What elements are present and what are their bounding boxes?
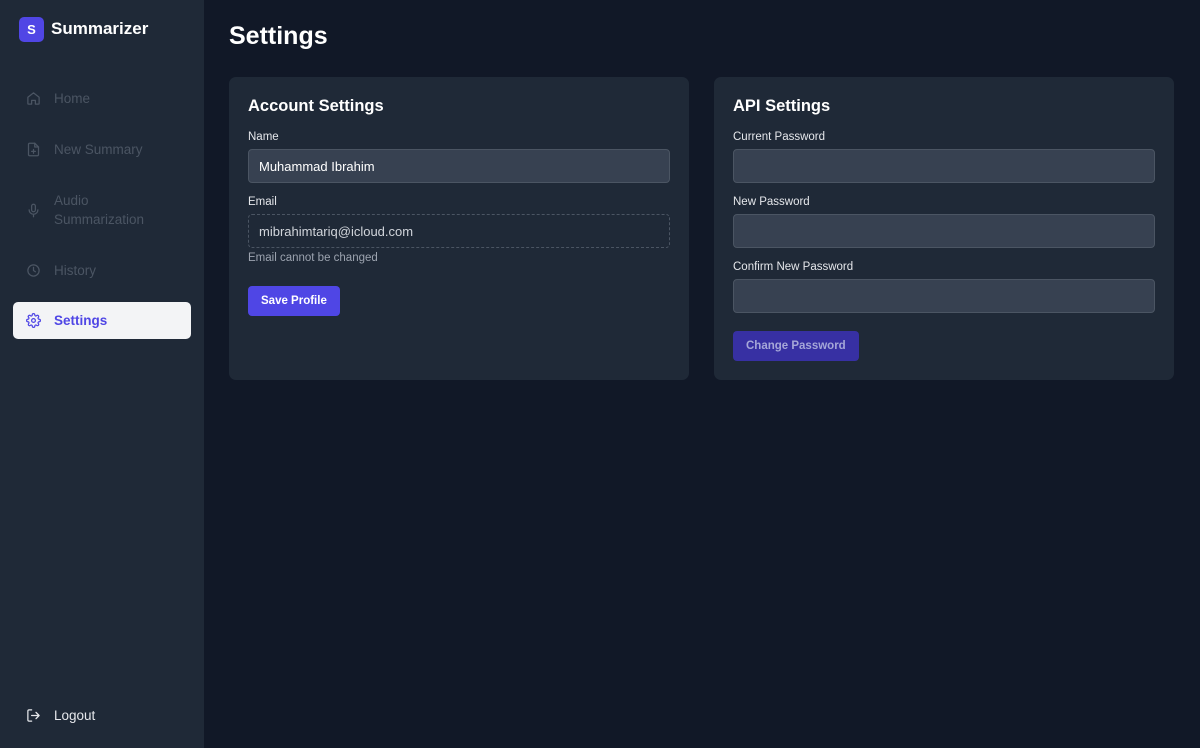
card-title: API Settings bbox=[733, 97, 831, 115]
email-input[interactable] bbox=[248, 214, 670, 248]
sidebar-item-label: Settings bbox=[54, 313, 108, 328]
save-profile-button[interactable]: Save Profile bbox=[248, 286, 340, 316]
email-label: Email bbox=[248, 196, 277, 208]
name-input[interactable] bbox=[248, 149, 670, 183]
gear-icon bbox=[26, 313, 41, 328]
sidebar-item-label: History bbox=[54, 262, 97, 278]
logout-icon bbox=[26, 708, 41, 723]
sidebar-item-history[interactable]: History bbox=[13, 259, 191, 281]
sidebar-item-audio-summarization[interactable]: Audio Summarization bbox=[13, 190, 191, 230]
file-plus-icon bbox=[26, 142, 41, 157]
page-title: Settings bbox=[229, 22, 328, 50]
name-label: Name bbox=[248, 131, 279, 143]
home-icon bbox=[26, 91, 41, 106]
sidebar: S Summarizer Home New Summary Audio Summ… bbox=[0, 0, 204, 748]
sidebar-item-home[interactable]: Home bbox=[13, 87, 191, 109]
current-password-label: Current Password bbox=[733, 131, 826, 143]
sidebar-item-label: Home bbox=[54, 90, 91, 106]
sidebar-item-new-summary[interactable]: New Summary bbox=[13, 138, 191, 160]
clock-icon bbox=[26, 263, 41, 278]
brand-name: Summarizer bbox=[51, 19, 149, 38]
card-title: Account Settings bbox=[248, 97, 384, 115]
current-password-input[interactable] bbox=[733, 149, 1155, 183]
new-password-input[interactable] bbox=[733, 214, 1155, 248]
brand[interactable]: S Summarizer bbox=[19, 16, 148, 42]
confirm-password-input[interactable] bbox=[733, 279, 1155, 313]
microphone-icon bbox=[26, 203, 41, 218]
sidebar-item-settings[interactable]: Settings bbox=[13, 302, 191, 339]
confirm-password-label: Confirm New Password bbox=[733, 261, 854, 273]
new-password-label: New Password bbox=[733, 196, 810, 208]
sidebar-item-label: New Summary bbox=[54, 141, 143, 157]
account-settings-card: Account Settings Name Email Email cannot… bbox=[229, 77, 689, 380]
logout-button[interactable]: Logout bbox=[26, 708, 95, 723]
sidebar-item-label: Audio Summarization bbox=[54, 193, 145, 227]
logout-label: Logout bbox=[54, 708, 96, 723]
change-password-button[interactable]: Change Password bbox=[733, 331, 859, 361]
email-help-text: Email cannot be changed bbox=[248, 252, 378, 264]
brand-logo: S bbox=[19, 16, 44, 42]
api-settings-card: API Settings Current Password New Passwo… bbox=[714, 77, 1174, 380]
